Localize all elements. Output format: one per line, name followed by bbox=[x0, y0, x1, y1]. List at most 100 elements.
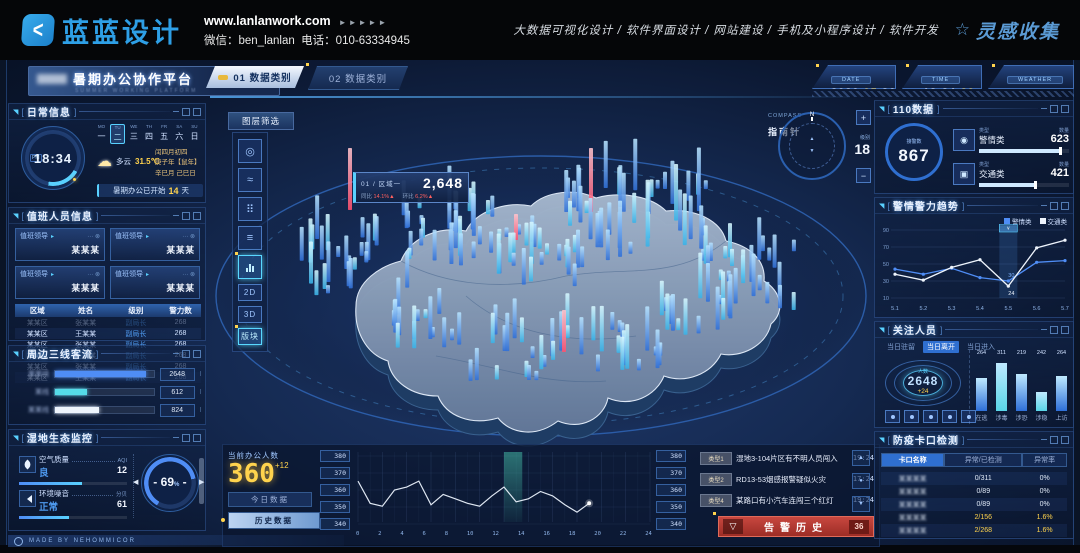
column-header[interactable]: 卡口名称 bbox=[881, 453, 944, 467]
panel-maximize-icon[interactable] bbox=[182, 434, 190, 442]
column-header[interactable]: 区域 bbox=[15, 305, 60, 316]
trend-line-chart[interactable]: 9070503010∨30245.15.25.35.45.55.65.7 bbox=[879, 224, 1071, 316]
panel-expand-icon[interactable] bbox=[1061, 436, 1069, 444]
header-contact: www.lanlanwork.com►►►►► 微信：ben_lanlan 电话… bbox=[204, 9, 410, 50]
panel-minimize-icon[interactable] bbox=[173, 437, 179, 438]
zoom-out-button[interactable]: − bbox=[856, 168, 871, 183]
alarm-total-gauge: 接警数 867 bbox=[885, 123, 943, 181]
weekday-th: TH四 bbox=[142, 124, 155, 144]
checkpoint-rate: 0% bbox=[1022, 488, 1067, 495]
focus-tab-0[interactable]: 当日驻留 bbox=[883, 341, 919, 353]
column-header[interactable]: 异常/已检测 bbox=[944, 453, 1022, 467]
logo-text: 蓝蓝设计 bbox=[62, 11, 182, 50]
lock-icon[interactable] bbox=[942, 410, 957, 423]
bar bbox=[1036, 392, 1047, 411]
column-header[interactable]: 警力数 bbox=[160, 305, 201, 316]
list-icon[interactable]: ≡ bbox=[238, 226, 262, 250]
right-frame bbox=[1073, 60, 1080, 545]
inspiration-collect[interactable]: ☆ 灵感收集 bbox=[955, 17, 1060, 44]
zoom-in-button[interactable]: + bbox=[856, 110, 871, 125]
website-link[interactable]: www.lanlanwork.com bbox=[204, 14, 331, 28]
gauge-slider[interactable] bbox=[199, 458, 204, 504]
history-data-button[interactable]: 历史数据 bbox=[228, 512, 320, 529]
grid-icon[interactable]: ⠿ bbox=[238, 197, 262, 221]
alert-history-banner[interactable]: ▽ 告警历史 36 bbox=[718, 516, 874, 537]
today-data-button[interactable]: 今日数据 bbox=[228, 492, 312, 507]
phone-icon[interactable] bbox=[904, 410, 919, 423]
panel-maximize-icon[interactable] bbox=[1050, 326, 1058, 334]
mode-button-版块[interactable]: 版块 bbox=[238, 328, 262, 345]
panel-minimize-icon[interactable] bbox=[173, 215, 179, 216]
office-line-chart[interactable] bbox=[356, 448, 652, 528]
y-axis-label: 350 bbox=[320, 501, 350, 513]
panel-expand-icon[interactable] bbox=[1061, 202, 1069, 210]
checkpoint-name: 某某某某 bbox=[881, 526, 944, 536]
flow-bar-row: 某某线2648| bbox=[17, 368, 201, 380]
panel-expand-icon[interactable] bbox=[193, 212, 201, 220]
panel-expand-icon[interactable] bbox=[1061, 105, 1069, 113]
alert-history-label: 告警历史 bbox=[743, 519, 849, 534]
panel-duty-info: ◥[值班人员信息] 值班领导▸··· ⊗某某某值班领导▸··· ⊗某某某值班领导… bbox=[8, 207, 206, 341]
panel-minimize-icon[interactable] bbox=[1041, 108, 1047, 109]
north-label: N bbox=[810, 112, 814, 118]
svg-text:10: 10 bbox=[883, 296, 889, 302]
table-row: 某某区张某某副局长268 bbox=[15, 317, 201, 328]
signal-icon[interactable]: ≈ bbox=[238, 168, 262, 192]
svg-text:30: 30 bbox=[883, 279, 889, 285]
focus-tab-1[interactable]: 当日离开 bbox=[923, 341, 959, 353]
checkpoint-rows: 某某某某0/3110%某某某某0/890%某某某某0/890%某某某某2/156… bbox=[875, 472, 1073, 537]
person-icon[interactable] bbox=[923, 410, 938, 423]
panel-maximize-icon[interactable] bbox=[182, 212, 190, 220]
panel-maximize-icon[interactable] bbox=[182, 108, 190, 116]
panel-maximize-icon[interactable] bbox=[1050, 105, 1058, 113]
camera-icon[interactable] bbox=[885, 410, 900, 423]
flow-bar-fill bbox=[55, 407, 99, 413]
checkpoint-ratio: 0/89 bbox=[944, 488, 1022, 495]
noise-icon bbox=[19, 490, 36, 507]
mode-button-3d[interactable]: 3D bbox=[238, 306, 262, 323]
panel-minimize-icon[interactable] bbox=[173, 353, 179, 354]
chevron-down-icon: ▼ bbox=[810, 148, 815, 154]
panel-maximize-icon[interactable] bbox=[1050, 436, 1058, 444]
checkpoint-ratio: 2/268 bbox=[944, 527, 1022, 534]
alert-row[interactable]: 类型4某路口有小汽车连闯三个红灯19:24 bbox=[700, 492, 874, 508]
focus-bar-column: 242涉稳 bbox=[1034, 350, 1049, 424]
alert-text: 某路口有小汽车连闯三个红灯 bbox=[736, 495, 849, 506]
column-header[interactable]: 异常率 bbox=[1022, 453, 1067, 467]
mode-button-2d[interactable]: 2D bbox=[238, 284, 262, 301]
scroll-dot[interactable]: ● bbox=[852, 473, 870, 489]
panel-expand-icon[interactable] bbox=[1061, 326, 1069, 334]
scroll-down-button[interactable]: ▼ bbox=[852, 496, 870, 512]
duty-leader-card: 值班领导▸··· ⊗某某某 bbox=[110, 266, 200, 299]
panel-maximize-icon[interactable] bbox=[1050, 202, 1058, 210]
camera-icon[interactable]: ◎ bbox=[238, 139, 262, 163]
panel-minimize-icon[interactable] bbox=[173, 111, 179, 112]
tooltip-value: 2,648 bbox=[423, 175, 463, 191]
alert-row[interactable]: 类型2RD13-53烟感报警疑似火灾17:24 bbox=[700, 471, 874, 487]
column-header[interactable]: 级别 bbox=[112, 305, 160, 316]
svg-text:∨: ∨ bbox=[1006, 226, 1010, 232]
tab-data-category-2[interactable]: 02 数据类别 bbox=[308, 66, 408, 90]
checkpoint-name: 某某某某 bbox=[881, 474, 944, 484]
gauge-left-arrow[interactable]: ◀ bbox=[133, 478, 138, 486]
checkpoint-row: 某某某某0/890% bbox=[881, 498, 1067, 511]
alert-history-count: 36 bbox=[849, 520, 869, 534]
panel-minimize-icon[interactable] bbox=[1041, 329, 1047, 330]
app-root: < 蓝蓝设计 www.lanlanwork.com►►►►► 微信：ben_la… bbox=[0, 0, 1080, 553]
panel-maximize-icon[interactable] bbox=[182, 350, 190, 358]
barchart-icon[interactable] bbox=[238, 255, 262, 279]
checkpoint-ratio: 2/156 bbox=[944, 514, 1022, 521]
panel-expand-icon[interactable] bbox=[193, 108, 201, 116]
alert-row[interactable]: 类型1湿地3-104片区有不明人员闯入19:24 bbox=[700, 450, 874, 466]
column-header[interactable]: 姓名 bbox=[60, 305, 112, 316]
panel-minimize-icon[interactable] bbox=[1041, 439, 1047, 440]
table-row: 某某区王某某副局长268 bbox=[15, 328, 201, 339]
panel-expand-icon[interactable] bbox=[193, 350, 201, 358]
panel-minimize-icon[interactable] bbox=[1041, 205, 1047, 206]
panel-expand-icon[interactable] bbox=[193, 434, 201, 442]
y-axis-label: 340 bbox=[320, 518, 350, 530]
compass-dial[interactable]: N ▲ ▼ bbox=[778, 112, 846, 180]
scroll-up-button[interactable]: ▲ bbox=[852, 450, 870, 466]
duty-leader-name: 某某某 bbox=[115, 244, 195, 256]
tab-data-category-1[interactable]: 01 数据类别 bbox=[206, 66, 304, 88]
